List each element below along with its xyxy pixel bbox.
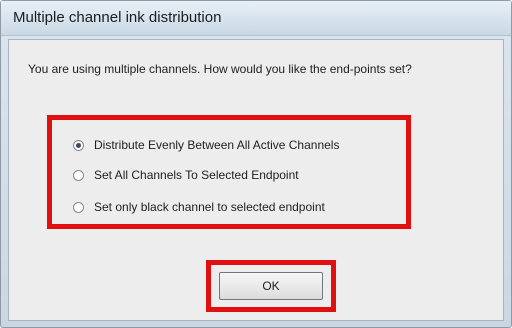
radio-option-label: Set only black channel to selected endpo… (94, 200, 325, 214)
radio-unselected-icon[interactable] (73, 169, 84, 181)
radio-option-all-channels[interactable]: Set All Channels To Selected Endpoint (73, 167, 299, 183)
radio-unselected-icon[interactable] (73, 201, 84, 213)
dialog-title: Multiple channel ink distribution (13, 9, 222, 26)
prompt-text: You are using multiple channels. How wou… (28, 62, 412, 76)
radio-selected-icon[interactable] (73, 139, 84, 151)
dialog-body: You are using multiple channels. How wou… (8, 39, 504, 321)
radio-option-black-only[interactable]: Set only black channel to selected endpo… (73, 199, 325, 215)
radio-option-distribute-evenly[interactable]: Distribute Evenly Between All Active Cha… (73, 137, 339, 153)
ok-button[interactable]: OK (219, 272, 323, 300)
ok-highlight-box: OK (206, 260, 336, 312)
title-bar[interactable]: Multiple channel ink distribution (1, 1, 511, 36)
radio-option-label: Set All Channels To Selected Endpoint (94, 168, 299, 182)
radio-option-label: Distribute Evenly Between All Active Cha… (94, 138, 340, 152)
options-highlight-box: Distribute Evenly Between All Active Cha… (47, 115, 411, 229)
dialog-window: Multiple channel ink distribution You ar… (0, 0, 512, 328)
